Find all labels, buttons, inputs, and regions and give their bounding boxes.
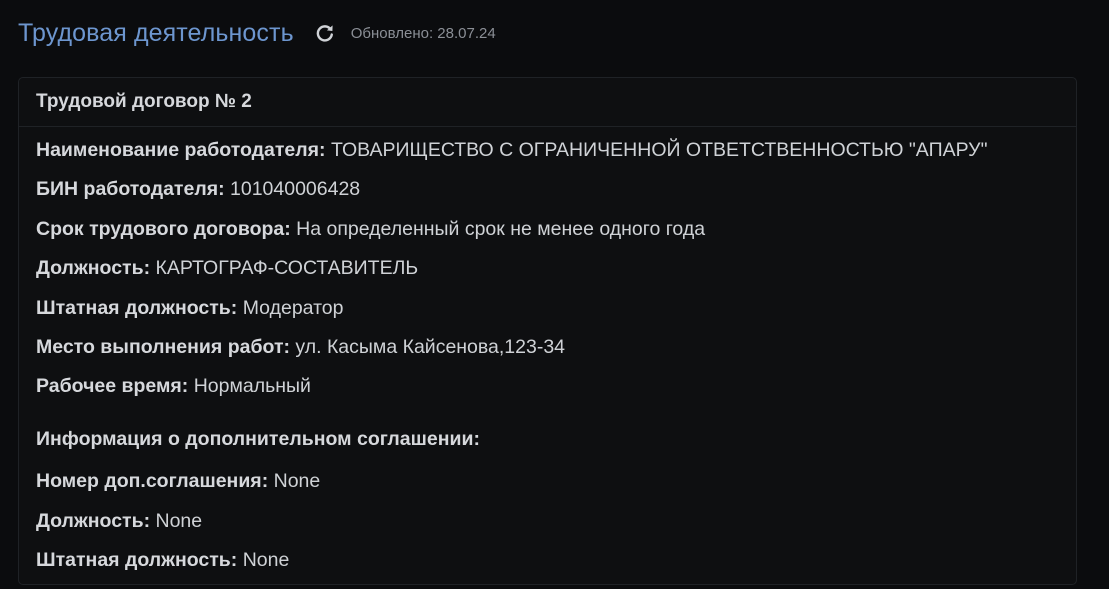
field-label: Место выполнения работ: [36,336,290,358]
field-value: ТОВАРИЩЕСТВО С ОГРАНИЧЕННОЙ ОТВЕТСТВЕННО… [325,139,988,161]
field-value: На определенный срок не менее одного год… [290,218,706,240]
staff-position-row: Штатная должность: Модератор [36,297,343,320]
field-value: None [237,549,290,571]
field-label: БИН работодателя: [36,178,225,200]
refresh-button[interactable] [314,22,336,44]
field-label: Должность: [36,510,151,532]
field-value: 101040006428 [224,178,361,200]
work-time-row: Рабочее время: Нормальный [36,375,311,398]
updated-date: Обновлено: 28.07.24 [350,24,496,42]
field-label: Должность: [36,257,151,279]
field-value: Нормальный [188,375,311,397]
field-value: КАРТОГРАФ-СОСТАВИТЕЛЬ [150,257,419,279]
field-value: Модератор [237,297,344,319]
refresh-icon [316,25,333,42]
field-value: None [268,470,321,492]
field-value: None [150,510,203,532]
page-title: Трудовая деятельность [18,18,294,47]
agreement-position-row: Должность: None [36,510,202,533]
page-header: Трудовая деятельность Обновлено: 28.07.2… [18,14,496,52]
additional-agreement-title: Информация о дополнительном соглашении: [36,428,480,450]
field-label: Срок трудового договора: [36,218,291,240]
position-row: Должность: КАРТОГРАФ-СОСТАВИТЕЛЬ [36,257,418,280]
field-label: Номер доп.соглашения: [36,470,269,492]
field-label: Рабочее время: [36,375,189,397]
field-label: Штатная должность: [36,297,238,319]
field-label: Штатная должность: [36,549,238,571]
employer-bin-row: БИН работодателя: 101040006428 [36,178,360,201]
field-value: ул. Касыма Кайсенова,123-34 [290,336,566,358]
work-place-row: Место выполнения работ: ул. Касыма Кайсе… [36,336,565,359]
contract-title: Трудовой договор № 2 [19,78,1076,127]
contract-card: Трудовой договор № 2 Наименование работо… [18,77,1077,585]
contract-term-row: Срок трудового договора: На определенный… [36,218,705,241]
field-label: Наименование работодателя: [36,139,326,161]
agreement-staff-position-row: Штатная должность: None [36,549,289,572]
page: Трудовая деятельность Обновлено: 28.07.2… [0,0,1109,589]
agreement-number-row: Номер доп.соглашения: None [36,470,320,493]
employer-name-row: Наименование работодателя: ТОВАРИЩЕСТВО … [36,139,988,162]
